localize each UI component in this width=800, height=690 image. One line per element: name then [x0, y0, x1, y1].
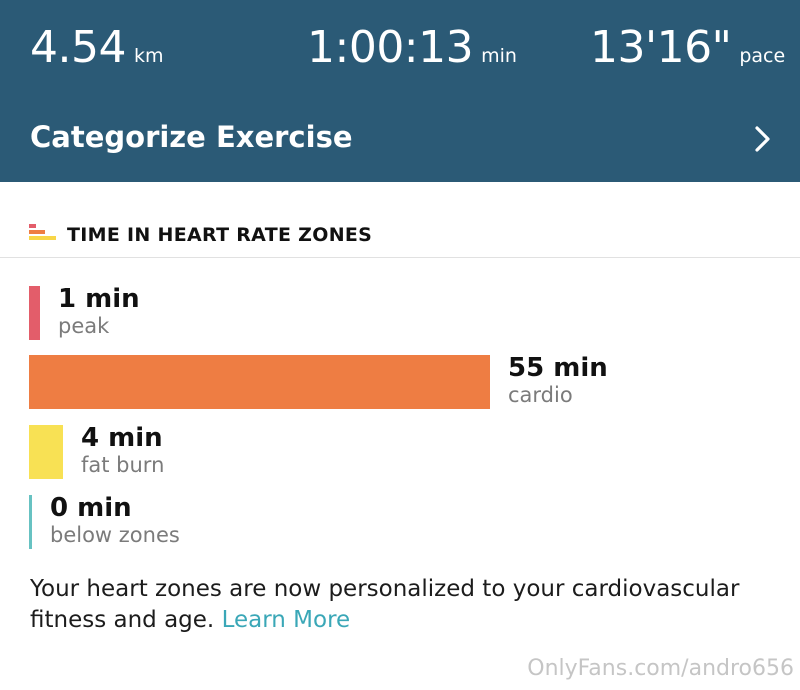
- watermark: OnlyFans.com/andro656: [527, 656, 794, 681]
- categorize-exercise-button[interactable]: Categorize Exercise: [0, 100, 800, 180]
- zone-bar-below-zones: [29, 495, 32, 549]
- duration-unit: min: [481, 45, 517, 67]
- personalized-zones-text: Your heart zones are now personalized to…: [30, 576, 740, 633]
- zone-minutes-below-zones: 0 min: [50, 493, 132, 523]
- personalized-zones-note: Your heart zones are now personalized to…: [30, 574, 770, 636]
- zone-text-fat-burn: 4 min fat burn: [81, 423, 164, 477]
- learn-more-link[interactable]: Learn More: [222, 607, 351, 633]
- zone-text-peak: 1 min peak: [58, 284, 140, 338]
- zone-name-fat-burn: fat burn: [81, 453, 165, 477]
- pace-unit: pace: [739, 45, 786, 67]
- heart-rate-zones-icon: [29, 224, 56, 240]
- zone-bar-cardio: [29, 355, 490, 409]
- pace-value: 13'16": [590, 22, 732, 73]
- zone-name-below-zones: below zones: [50, 523, 180, 547]
- zone-name-peak: peak: [58, 314, 110, 338]
- duration-stat: 1:00:13 min: [307, 22, 517, 73]
- heart-rate-zones-header: TIME IN HEART RATE ZONES: [0, 215, 800, 258]
- zone-text-below-zones: 0 min below zones: [50, 493, 180, 547]
- duration-value: 1:00:13: [307, 22, 474, 73]
- zone-name-cardio: cardio: [508, 383, 573, 407]
- zone-minutes-fat-burn: 4 min: [81, 423, 163, 453]
- exercise-summary-header: 4.54 km 1:00:13 min 13'16" pace Categori…: [0, 0, 800, 182]
- chevron-right-icon: [755, 126, 770, 152]
- distance-stat: 4.54 km: [30, 22, 163, 73]
- zone-bar-fat-burn: [29, 425, 63, 479]
- zone-text-cardio: 55 min cardio: [508, 353, 608, 407]
- heart-rate-zones-title: TIME IN HEART RATE ZONES: [67, 224, 373, 246]
- categorize-exercise-label: Categorize Exercise: [30, 120, 353, 154]
- distance-unit: km: [133, 45, 164, 67]
- zone-bar-peak: [29, 286, 40, 340]
- zone-minutes-peak: 1 min: [58, 284, 140, 314]
- distance-value: 4.54: [30, 22, 126, 73]
- pace-stat: 13'16" pace: [590, 22, 785, 73]
- zone-minutes-cardio: 55 min: [508, 353, 608, 383]
